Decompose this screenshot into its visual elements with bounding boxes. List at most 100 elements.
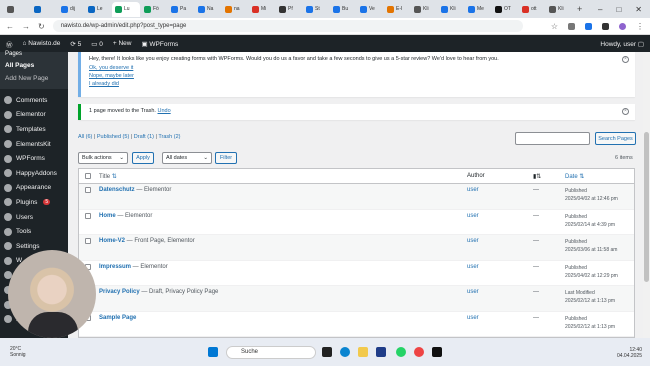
chrome-icon[interactable]: [414, 347, 424, 357]
row-checkbox[interactable]: [85, 212, 91, 219]
comments-link[interactable]: ▭ 0: [91, 40, 103, 48]
undo-link[interactable]: Undo: [158, 108, 171, 114]
site-name-link[interactable]: ⌂ Nawisto.de: [23, 40, 61, 47]
forward-icon[interactable]: →: [22, 22, 30, 31]
sidebar-item[interactable]: ElementsKit: [0, 137, 68, 152]
browser-tab[interactable]: E-I: [384, 2, 410, 17]
browser-tab[interactable]: OT: [492, 2, 518, 17]
wpforms-link[interactable]: ▣ WPForms: [141, 40, 178, 48]
updates-link[interactable]: ⟳ 5: [70, 40, 81, 48]
author-link[interactable]: user: [467, 315, 533, 321]
browser-tab[interactable]: Kli: [411, 2, 437, 17]
wordpress-logo-icon[interactable]: Ⓦ: [6, 39, 13, 49]
column-date[interactable]: Date ⇅: [565, 173, 584, 180]
sidebar-item[interactable]: Comments: [0, 93, 68, 108]
sidebar-item[interactable]: WPForms: [0, 151, 68, 166]
back-icon[interactable]: ←: [6, 22, 14, 31]
column-title[interactable]: Title ⇅: [99, 173, 467, 180]
extension-icon[interactable]: [602, 22, 609, 30]
dismiss-notice-icon[interactable]: ×: [622, 56, 629, 63]
extension-icon[interactable]: [568, 22, 575, 30]
weather-widget[interactable]: 20°C Sonnig: [10, 346, 26, 358]
author-link[interactable]: user: [467, 238, 533, 244]
page-title-link[interactable]: Home-V2: [99, 238, 125, 244]
browser-tab[interactable]: St: [303, 2, 329, 17]
profile-avatar-icon[interactable]: [619, 22, 626, 30]
scrollbar-thumb[interactable]: [644, 132, 649, 282]
new-tab-button[interactable]: +: [577, 4, 582, 14]
browser-tab[interactable]: Me: [465, 2, 491, 17]
page-title-link[interactable]: Datenschutz: [99, 187, 135, 193]
sidebar-item[interactable]: Elementor: [0, 108, 68, 123]
browser-tab[interactable]: [31, 2, 57, 17]
file-explorer-icon[interactable]: [358, 347, 368, 357]
page-scrollbar[interactable]: [643, 52, 650, 338]
page-title-link[interactable]: Sample Page: [99, 315, 136, 321]
browser-tab[interactable]: Bu: [330, 2, 356, 17]
browser-tab[interactable]: na: [222, 2, 248, 17]
browser-tab[interactable]: Pa: [168, 2, 194, 17]
select-all-checkbox[interactable]: [85, 173, 91, 179]
search-pages-input[interactable]: [515, 132, 590, 145]
bulk-actions-select[interactable]: Bulk actions ⌄: [78, 152, 128, 164]
sidebar-item[interactable]: Plugins 5: [0, 195, 68, 210]
whatsapp-icon[interactable]: [396, 347, 406, 357]
close-window-icon[interactable]: ✕: [635, 5, 642, 14]
browser-tab[interactable]: [4, 2, 30, 17]
author-link[interactable]: user: [467, 187, 533, 193]
sidebar-item[interactable]: Templates: [0, 122, 68, 137]
sidebar-item-pages[interactable]: Pages: [5, 51, 68, 59]
browser-tab[interactable]: dij: [58, 2, 84, 17]
author-link[interactable]: user: [467, 213, 533, 219]
app-icon[interactable]: [432, 347, 442, 357]
filter-published[interactable]: Published (5): [97, 134, 129, 140]
review-later-link[interactable]: Nope, maybe later: [89, 73, 627, 79]
page-title-link[interactable]: Impressum: [99, 264, 131, 270]
reload-icon[interactable]: ↻: [38, 22, 45, 31]
browser-tab[interactable]: Pf: [276, 2, 302, 17]
edge-icon[interactable]: [340, 347, 350, 357]
browser-tab[interactable]: Fö: [141, 2, 167, 17]
row-checkbox[interactable]: [85, 238, 91, 244]
review-ok-link[interactable]: Ok, you deserve it: [89, 65, 627, 71]
author-link[interactable]: user: [467, 289, 533, 295]
page-title-link[interactable]: Privacy Policy: [99, 289, 140, 295]
maximize-icon[interactable]: □: [616, 5, 621, 14]
new-content-link[interactable]: + New: [113, 40, 132, 47]
browser-tab[interactable]: ott: [519, 2, 545, 17]
row-checkbox[interactable]: [85, 187, 91, 193]
sidebar-item[interactable]: Users: [0, 210, 68, 225]
browser-tab[interactable]: Lu: [112, 1, 140, 17]
browser-tab[interactable]: Ve: [357, 2, 383, 17]
taskbar-search[interactable]: Suche: [226, 346, 316, 359]
howdy-user-link[interactable]: Howdy, user ▢: [600, 40, 644, 48]
extension-icon[interactable]: [585, 22, 592, 30]
filter-button[interactable]: Filter: [215, 152, 237, 164]
windows-start-icon[interactable]: [208, 347, 218, 357]
system-clock[interactable]: 12:40 04.04.2025: [617, 347, 642, 359]
browser-tab[interactable]: Le: [85, 2, 111, 17]
dates-filter-select[interactable]: All dates ⌄: [162, 152, 212, 164]
apply-button[interactable]: Apply: [132, 152, 154, 164]
bookmark-star-icon[interactable]: ☆: [551, 22, 558, 31]
search-pages-button[interactable]: Search Pages: [595, 132, 636, 145]
filter-trash[interactable]: Trash (2): [158, 134, 180, 140]
url-field[interactable]: nawisto.de/wp-admin/edit.php?post_type=p…: [52, 20, 523, 32]
browser-tab[interactable]: Kli: [546, 2, 572, 17]
submenu-all-pages[interactable]: All Pages: [5, 59, 68, 72]
task-view-icon[interactable]: [322, 347, 332, 357]
submenu-add-new-page[interactable]: Add New Page: [5, 72, 68, 85]
menu-kebab-icon[interactable]: ⋮: [636, 22, 644, 31]
page-title-link[interactable]: Home: [99, 213, 116, 219]
comments-column-icon[interactable]: ▮⇅: [533, 173, 565, 180]
sidebar-item[interactable]: Tools: [0, 224, 68, 239]
minimize-icon[interactable]: –: [598, 5, 602, 14]
browser-tab[interactable]: Na: [195, 2, 221, 17]
browser-tab[interactable]: Kli: [438, 2, 464, 17]
author-link[interactable]: user: [467, 264, 533, 270]
filter-all[interactable]: All (6): [78, 134, 92, 140]
filter-draft[interactable]: Draft (1): [134, 134, 154, 140]
browser-tab[interactable]: Mi: [249, 2, 275, 17]
sidebar-item[interactable]: Appearance: [0, 181, 68, 196]
dismiss-notice-icon[interactable]: ×: [622, 108, 629, 115]
